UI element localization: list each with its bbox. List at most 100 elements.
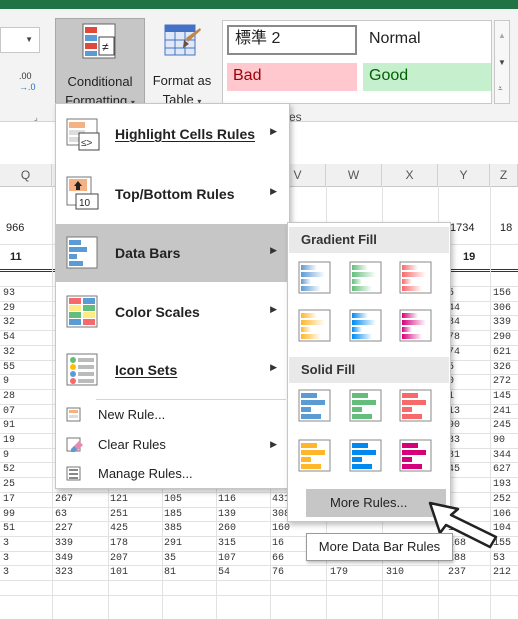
cell-z[interactable]: 245: [493, 420, 511, 432]
cell-z[interactable]: 90: [493, 435, 505, 447]
cell-z[interactable]: 621: [493, 347, 511, 359]
gradient-bar-tile[interactable]: [399, 261, 433, 295]
cell-z[interactable]: 145: [493, 391, 511, 403]
cell-mid[interactable]: 35: [164, 553, 176, 565]
cell-mid[interactable]: 63: [55, 509, 67, 521]
menu-item-manage-rules[interactable]: Manage Rules...: [56, 460, 289, 488]
clear-rules-label: Clear Rules: [98, 437, 166, 452]
cell-mid[interactable]: 349: [55, 553, 73, 565]
cell-mid[interactable]: 160: [272, 523, 290, 535]
cell-mid[interactable]: 207: [110, 553, 128, 565]
highlight-cells-rules-label: Highlight Cells Rules: [115, 126, 256, 142]
cell-x[interactable]: 310: [386, 567, 404, 579]
icon-sets-icon: [66, 353, 98, 386]
cell-z[interactable]: 241: [493, 406, 511, 418]
cell-mid[interactable]: 315: [218, 538, 236, 550]
gradient-bar-tile[interactable]: [399, 309, 433, 343]
cell-q[interactable]: 52: [3, 464, 15, 476]
menu-item-highlight-cells-rules[interactable]: ≤> Highlight Cells Rules ▶: [56, 104, 289, 164]
cell-mid[interactable]: 121: [110, 494, 128, 506]
cell-q[interactable]: 29: [3, 303, 15, 315]
menu-item-data-bars[interactable]: Data Bars ▶: [56, 224, 289, 282]
cell-mid[interactable]: 385: [164, 523, 182, 535]
cell-z[interactable]: 193: [493, 479, 511, 491]
more-rules-button[interactable]: More Rules...: [306, 489, 446, 517]
cell-q[interactable]: 17: [3, 494, 15, 506]
cell-q[interactable]: 25: [3, 479, 15, 491]
menu-divider: [96, 399, 286, 400]
cell-mid[interactable]: 66: [272, 553, 284, 565]
solid-bar-tile[interactable]: [399, 389, 433, 423]
cell-mid[interactable]: 116: [218, 494, 236, 506]
clear-rules-icon: [66, 437, 83, 452]
cell-z[interactable]: 306: [493, 303, 511, 315]
cell-q[interactable]: 32: [3, 347, 15, 359]
submenu-arrow-icon: ▶: [270, 126, 277, 136]
cell-q[interactable]: 93: [3, 288, 15, 300]
cell-mid[interactable]: 107: [218, 553, 236, 565]
cell-mid[interactable]: 105: [164, 494, 182, 506]
cell-q[interactable]: 51: [3, 523, 15, 535]
solid-bar-tile[interactable]: [349, 439, 383, 473]
cell-mid[interactable]: 139: [218, 509, 236, 521]
cell-mid[interactable]: 76: [272, 567, 284, 579]
menu-item-icon-sets[interactable]: Icon Sets ▶: [56, 342, 289, 398]
cell-q[interactable]: 55: [3, 362, 15, 374]
menu-item-color-scales[interactable]: Color Scales ▶: [56, 284, 289, 340]
top-10-label: 10: [79, 198, 91, 209]
menu-item-new-rule[interactable]: New Rule...: [56, 401, 289, 429]
gradient-bar-tile[interactable]: [349, 309, 383, 343]
gradient-bar-tile[interactable]: [298, 261, 332, 295]
cell-y[interactable]: 237: [448, 567, 466, 579]
cell-mid[interactable]: 251: [110, 509, 128, 521]
menu-item-clear-rules[interactable]: Clear Rules ▶: [56, 431, 289, 459]
cell-q[interactable]: 3: [3, 538, 9, 550]
solid-fill-header: Solid Fill: [289, 357, 449, 383]
cell-q[interactable]: 99: [3, 509, 15, 521]
icon-sets-label: Icon Sets: [115, 362, 178, 378]
cell-q[interactable]: 3: [3, 567, 9, 579]
cell-mid[interactable]: 16: [272, 538, 284, 550]
solid-bar-tile[interactable]: [399, 439, 433, 473]
solid-bar-tile[interactable]: [298, 439, 332, 473]
top-bottom-rules-label: Top/Bottom Rules: [115, 186, 235, 202]
cell-z[interactable]: 156: [493, 288, 511, 300]
cell-mid[interactable]: 323: [55, 567, 73, 579]
cell-q[interactable]: 3: [3, 553, 9, 565]
cell-z[interactable]: 339: [493, 317, 511, 329]
cell-mid[interactable]: 101: [110, 567, 128, 579]
solid-bar-tile[interactable]: [298, 389, 332, 423]
cell-mid[interactable]: 227: [55, 523, 73, 535]
cell-w[interactable]: 179: [330, 567, 348, 579]
highlight-cells-icon: ≤>: [66, 118, 100, 151]
cell-q[interactable]: 19: [3, 435, 15, 447]
cell-z[interactable]: 344: [493, 450, 511, 462]
color-scales-icon: [66, 295, 98, 328]
cell-q[interactable]: 9: [3, 450, 9, 462]
cell-z[interactable]: 290: [493, 332, 511, 344]
cell-mid[interactable]: 54: [218, 567, 230, 579]
cell-q[interactable]: 54: [3, 332, 15, 344]
cell-mid[interactable]: 260: [218, 523, 236, 535]
cell-mid[interactable]: 178: [110, 538, 128, 550]
cell-q[interactable]: 07: [3, 406, 15, 418]
cell-q[interactable]: 9: [3, 376, 9, 388]
cell-mid[interactable]: 425: [110, 523, 128, 535]
cell-q[interactable]: 91: [3, 420, 15, 432]
cell-z[interactable]: 272: [493, 376, 511, 388]
cell-q[interactable]: 32: [3, 317, 15, 329]
cell-mid[interactable]: 291: [164, 538, 182, 550]
cell-z[interactable]: 53: [493, 553, 505, 565]
cell-mid[interactable]: 267: [55, 494, 73, 506]
menu-item-top-bottom-rules[interactable]: 10 Top/Bottom Rules ▶: [56, 166, 289, 222]
cell-z[interactable]: 326: [493, 362, 511, 374]
cell-q[interactable]: 28: [3, 391, 15, 403]
gradient-bar-tile[interactable]: [349, 261, 383, 295]
gradient-bar-tile[interactable]: [298, 309, 332, 343]
cell-z[interactable]: 627: [493, 464, 511, 476]
solid-bar-tile[interactable]: [349, 389, 383, 423]
cell-mid[interactable]: 81: [164, 567, 176, 579]
cell-mid[interactable]: 339: [55, 538, 73, 550]
cell-mid[interactable]: 185: [164, 509, 182, 521]
cell-z[interactable]: 212: [493, 567, 511, 579]
